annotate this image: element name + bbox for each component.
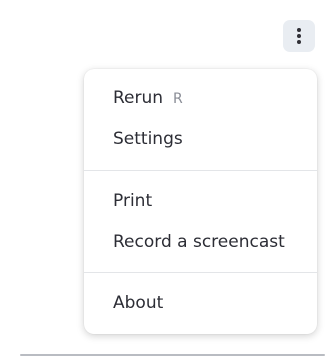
menu-divider [84, 272, 317, 273]
menu-item-label: About [113, 293, 164, 313]
menu-item-label: Settings [113, 129, 183, 149]
menu-item-settings[interactable]: Settings [113, 127, 183, 151]
menu-item-record-screencast[interactable]: Record a screencast [113, 230, 285, 254]
bottom-border [20, 354, 325, 356]
app-page: Rerun R Settings Print Record a screencas… [0, 0, 330, 361]
menu-item-label: Print [113, 191, 153, 211]
menu-divider [84, 170, 317, 171]
menu-item-label: Rerun [113, 88, 164, 108]
menu-item-rerun[interactable]: Rerun R [113, 86, 183, 110]
menu-item-about[interactable]: About [113, 291, 163, 315]
kebab-vertical-icon [297, 28, 301, 44]
main-menu-dropdown: Rerun R Settings Print Record a screencas… [84, 69, 317, 334]
main-menu-button[interactable] [283, 20, 315, 52]
menu-item-print[interactable]: Print [113, 189, 152, 213]
menu-item-label: Record a screencast [113, 232, 285, 252]
keyboard-shortcut: R [173, 91, 183, 107]
